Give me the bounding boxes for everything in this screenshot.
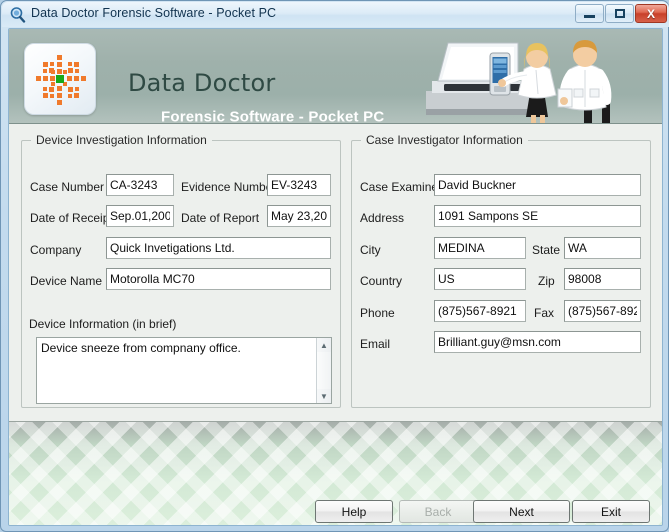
device-name-label: Device Name — [30, 274, 103, 288]
maximize-button[interactable] — [605, 4, 634, 23]
window-title: Data Doctor Forensic Software - Pocket P… — [31, 6, 277, 20]
phone-input[interactable] — [434, 300, 526, 322]
fax-label: Fax — [534, 306, 555, 320]
banner-subtitle: Forensic Software - Pocket PC — [161, 108, 385, 124]
back-button: Back — [399, 500, 477, 523]
city-label: City — [360, 243, 381, 257]
minimize-button[interactable] — [575, 4, 604, 23]
footer-area: Help Back Next Exit — [9, 421, 662, 525]
next-button[interactable]: Next — [473, 500, 570, 523]
application-window: Data Doctor Forensic Software - Pocket P… — [0, 0, 669, 532]
zip-label: Zip — [538, 274, 555, 288]
evidence-number-label: Evidence Number — [181, 180, 277, 194]
city-input[interactable] — [434, 237, 526, 259]
company-input[interactable] — [106, 237, 331, 259]
address-input[interactable] — [434, 205, 641, 227]
case-examiner-label: Case Examiner — [360, 180, 443, 194]
fax-input[interactable] — [564, 300, 641, 322]
device-information-scrollbar[interactable]: ▲ ▼ — [316, 338, 331, 403]
date-of-report-label: Date of Report — [181, 211, 260, 225]
forensic-lab-illustration-icon — [426, 40, 612, 123]
device-investigation-groupbox: Device Investigation Information Case Nu… — [21, 133, 341, 408]
email-label: Email — [360, 337, 391, 351]
magnifier-icon — [9, 6, 26, 23]
state-input[interactable] — [564, 237, 641, 259]
case-investigator-groupbox: Case Investigator Information Case Exami… — [351, 133, 651, 408]
client-area: Data Doctor Forensic Software - Pocket P… — [8, 28, 663, 526]
close-icon: X — [646, 6, 655, 21]
title-bar: Data Doctor Forensic Software - Pocket P… — [2, 2, 669, 27]
scrollbar-track[interactable] — [317, 352, 331, 389]
date-of-report-input[interactable] — [267, 205, 331, 227]
address-label: Address — [360, 211, 405, 225]
date-of-receipt-label: Date of Receipt — [30, 211, 113, 225]
scroll-down-arrow-icon[interactable]: ▼ — [317, 389, 331, 403]
evidence-number-input[interactable] — [267, 174, 331, 196]
device-information-label: Device Information (in brief) — [29, 317, 177, 331]
close-button[interactable]: X — [635, 4, 667, 23]
device-investigation-legend: Device Investigation Information — [31, 133, 212, 147]
state-label: State — [532, 243, 561, 257]
country-input[interactable] — [434, 268, 526, 290]
case-examiner-input[interactable] — [434, 174, 641, 196]
case-investigator-legend: Case Investigator Information — [361, 133, 528, 147]
device-information-textarea[interactable]: Device sneeze from compnany office. ▲ ▼ — [36, 337, 332, 404]
minimize-icon — [584, 14, 595, 18]
company-label: Company — [30, 243, 82, 257]
email-input[interactable] — [434, 331, 641, 353]
data-doctor-logo-icon — [36, 55, 86, 105]
date-of-receipt-input[interactable] — [106, 205, 174, 227]
maximize-icon — [614, 9, 625, 18]
app-banner: Data Doctor Forensic Software - Pocket P… — [9, 29, 662, 124]
exit-button[interactable]: Exit — [572, 500, 650, 523]
device-information-text: Device sneeze from compnany office. — [41, 341, 241, 355]
banner-title: Data Doctor — [128, 69, 276, 97]
form-area: Device Investigation Information Case Nu… — [9, 124, 662, 421]
case-number-label: Case Number — [30, 180, 105, 194]
logo-container — [24, 43, 96, 115]
case-number-input[interactable] — [106, 174, 174, 196]
device-name-input[interactable] — [106, 268, 331, 290]
help-button[interactable]: Help — [315, 500, 393, 523]
country-label: Country — [360, 274, 403, 288]
scroll-up-arrow-icon[interactable]: ▲ — [317, 338, 331, 352]
zip-input[interactable] — [564, 268, 641, 290]
phone-label: Phone — [360, 306, 395, 320]
